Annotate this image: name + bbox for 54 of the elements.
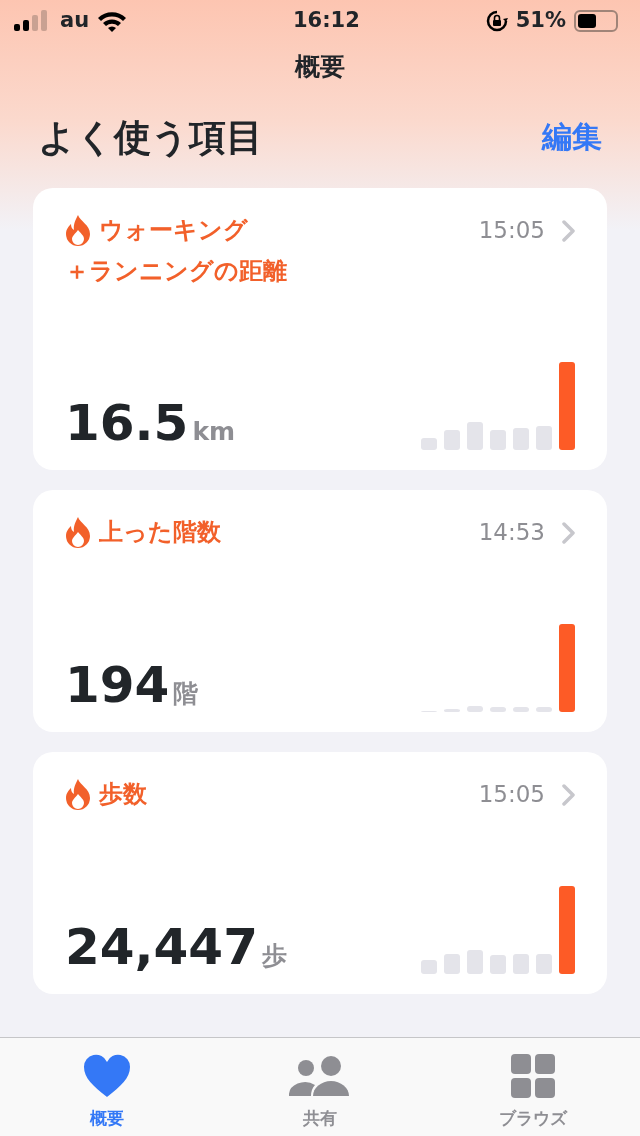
card-title: ウォーキング <box>99 215 248 246</box>
chart-bar <box>513 707 529 712</box>
chart-bar <box>467 422 483 450</box>
chart-bar <box>490 707 506 712</box>
chart-bar <box>536 954 552 974</box>
time-label: 15:05 <box>478 780 545 809</box>
chart-bar <box>421 438 437 450</box>
chart-bar <box>467 950 483 974</box>
wifi-icon <box>97 10 128 32</box>
nav-title: 概要 <box>295 51 345 84</box>
tab-item[interactable]: ブラウズ <box>426 1038 640 1136</box>
unit-label: 歩 <box>261 939 287 972</box>
chart-bar <box>467 706 483 712</box>
chevron-icon <box>561 219 575 242</box>
metric-value: 194 <box>65 659 170 710</box>
unit-label: 階 <box>173 677 199 710</box>
carrier-name: au <box>60 7 90 35</box>
unit-label: km <box>192 415 236 448</box>
summary-card[interactable]: 歩数 15:05 24,447 歩 <box>33 752 607 994</box>
time-label: 14:53 <box>478 518 545 547</box>
status-time: 16:12 <box>292 7 361 35</box>
chart-bar <box>444 430 460 450</box>
card-title: ＋ランニングの距離 <box>65 256 287 287</box>
chart-bar <box>513 954 529 974</box>
people-icon <box>289 1056 351 1098</box>
chart-bar <box>513 428 529 450</box>
battery-icon <box>574 10 618 32</box>
chevron-icon <box>561 783 575 806</box>
tab-item[interactable]: 共有 <box>213 1038 427 1136</box>
section-title: よく使う項目 <box>38 115 263 161</box>
chart-bar <box>421 960 437 974</box>
tab-item[interactable]: 概要 <box>0 1038 214 1136</box>
summary-card[interactable]: ウォーキング ＋ランニングの距離 15:05 16.5 km <box>33 188 607 470</box>
card-title: 上った階数 <box>99 517 221 548</box>
chart-bar <box>536 426 552 450</box>
time-label: 15:05 <box>478 216 545 245</box>
grid-icon <box>511 1054 556 1098</box>
flame-icon <box>65 214 91 246</box>
metric-value: 24,447 <box>65 921 258 972</box>
battery-percent: 51% <box>515 7 566 35</box>
flame-icon <box>65 516 91 548</box>
chart-bar <box>490 430 506 450</box>
card-title: 歩数 <box>99 779 147 810</box>
chart-bar <box>536 707 552 712</box>
chevron-icon <box>561 521 575 544</box>
heart-icon <box>82 1054 131 1098</box>
rotation-lock-icon <box>485 10 508 32</box>
summary-card[interactable]: 上った階数 14:53 194 階 <box>33 490 607 732</box>
signal-icon <box>14 10 48 32</box>
chart-bar <box>490 955 506 974</box>
chart-bar <box>444 954 460 974</box>
flame-icon <box>65 778 91 810</box>
edit-button[interactable]: 編集 <box>542 114 602 159</box>
metric-value: 16.5 <box>65 397 189 448</box>
